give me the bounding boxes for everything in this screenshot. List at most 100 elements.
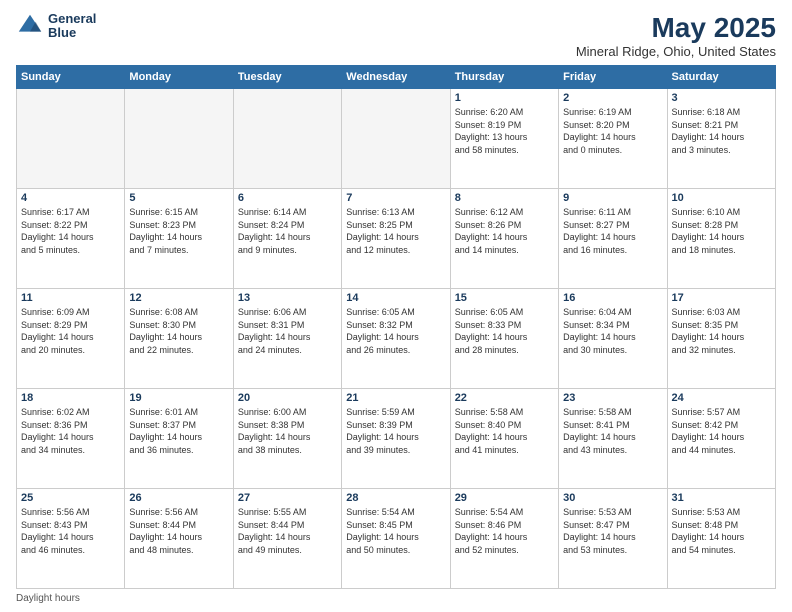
day-number: 20 bbox=[238, 392, 337, 404]
calendar-day-cell: 23 Sunrise: 5:58 AM Sunset: 8:41 PM Dayli… bbox=[559, 389, 667, 489]
day-number: 23 bbox=[563, 392, 662, 404]
day-number: 19 bbox=[129, 392, 228, 404]
subtitle: Mineral Ridge, Ohio, United States bbox=[576, 44, 776, 59]
day-info: Sunrise: 6:01 AM Sunset: 8:37 PM Dayligh… bbox=[129, 406, 228, 456]
page: General Blue May 2025 Mineral Ridge, Ohi… bbox=[0, 0, 792, 612]
calendar-week-row: 25 Sunrise: 5:56 AM Sunset: 8:43 PM Dayli… bbox=[17, 489, 776, 589]
calendar-day-cell: 11Sunrise: 6:09 AM Sunset: 8:29 PM Dayli… bbox=[17, 289, 125, 389]
calendar-day-cell: 20 Sunrise: 6:00 AM Sunset: 8:38 PM Dayli… bbox=[233, 389, 341, 489]
calendar-day-cell: 8 Sunrise: 6:12 AM Sunset: 8:26 PM Daylig… bbox=[450, 189, 558, 289]
day-number: 25 bbox=[21, 492, 120, 504]
calendar-week-row: 11Sunrise: 6:09 AM Sunset: 8:29 PM Dayli… bbox=[17, 289, 776, 389]
calendar-day-header: Sunday bbox=[17, 66, 125, 89]
calendar-day-header: Monday bbox=[125, 66, 233, 89]
calendar-day-cell: 13Sunrise: 6:06 AM Sunset: 8:31 PM Dayli… bbox=[233, 289, 341, 389]
calendar-day-cell: 1Sunrise: 6:20 AM Sunset: 8:19 PM Daylig… bbox=[450, 89, 558, 189]
day-number: 27 bbox=[238, 492, 337, 504]
calendar-day-cell: 25 Sunrise: 5:56 AM Sunset: 8:43 PM Dayli… bbox=[17, 489, 125, 589]
title-block: May 2025 Mineral Ridge, Ohio, United Sta… bbox=[576, 12, 776, 59]
day-number: 24 bbox=[672, 392, 771, 404]
day-number: 22 bbox=[455, 392, 554, 404]
logo-line1: General bbox=[48, 12, 96, 26]
day-number: 29 bbox=[455, 492, 554, 504]
main-title: May 2025 bbox=[576, 12, 776, 44]
day-number: 30 bbox=[563, 492, 662, 504]
calendar-day-cell bbox=[17, 89, 125, 189]
day-info: Sunrise: 6:09 AM Sunset: 8:29 PM Dayligh… bbox=[21, 306, 120, 356]
day-number: 8 bbox=[455, 192, 554, 204]
day-number: 7 bbox=[346, 192, 445, 204]
calendar-header-row: SundayMondayTuesdayWednesdayThursdayFrid… bbox=[17, 66, 776, 89]
day-info: Sunrise: 6:03 AM Sunset: 8:35 PM Dayligh… bbox=[672, 306, 771, 356]
day-number: 14 bbox=[346, 292, 445, 304]
day-info: Sunrise: 6:20 AM Sunset: 8:19 PM Dayligh… bbox=[455, 106, 554, 156]
calendar-day-cell: 4Sunrise: 6:17 AM Sunset: 8:22 PM Daylig… bbox=[17, 189, 125, 289]
day-info: Sunrise: 6:10 AM Sunset: 8:28 PM Dayligh… bbox=[672, 206, 771, 256]
calendar-day-cell: 15 Sunrise: 6:05 AM Sunset: 8:33 PM Dayli… bbox=[450, 289, 558, 389]
calendar: SundayMondayTuesdayWednesdayThursdayFrid… bbox=[16, 65, 776, 589]
calendar-day-cell bbox=[125, 89, 233, 189]
day-info: Sunrise: 6:02 AM Sunset: 8:36 PM Dayligh… bbox=[21, 406, 120, 456]
calendar-day-cell: 5Sunrise: 6:15 AM Sunset: 8:23 PM Daylig… bbox=[125, 189, 233, 289]
day-info: Sunrise: 5:56 AM Sunset: 8:43 PM Dayligh… bbox=[21, 506, 120, 556]
day-info: Sunrise: 5:55 AM Sunset: 8:44 PM Dayligh… bbox=[238, 506, 337, 556]
calendar-day-header: Wednesday bbox=[342, 66, 450, 89]
calendar-day-cell: 29 Sunrise: 5:54 AM Sunset: 8:46 PM Dayli… bbox=[450, 489, 558, 589]
day-info: Sunrise: 6:08 AM Sunset: 8:30 PM Dayligh… bbox=[129, 306, 228, 356]
day-number: 4 bbox=[21, 192, 120, 204]
calendar-day-cell: 12 Sunrise: 6:08 AM Sunset: 8:30 PM Dayli… bbox=[125, 289, 233, 389]
calendar-day-cell: 18Sunrise: 6:02 AM Sunset: 8:36 PM Dayli… bbox=[17, 389, 125, 489]
calendar-week-row: 18Sunrise: 6:02 AM Sunset: 8:36 PM Dayli… bbox=[17, 389, 776, 489]
logo: General Blue bbox=[16, 12, 96, 41]
day-info: Sunrise: 5:54 AM Sunset: 8:45 PM Dayligh… bbox=[346, 506, 445, 556]
day-number: 15 bbox=[455, 292, 554, 304]
day-info: Sunrise: 5:53 AM Sunset: 8:47 PM Dayligh… bbox=[563, 506, 662, 556]
day-number: 26 bbox=[129, 492, 228, 504]
day-number: 2 bbox=[563, 92, 662, 104]
day-info: Sunrise: 6:12 AM Sunset: 8:26 PM Dayligh… bbox=[455, 206, 554, 256]
day-number: 31 bbox=[672, 492, 771, 504]
calendar-day-cell bbox=[233, 89, 341, 189]
day-number: 10 bbox=[672, 192, 771, 204]
day-number: 9 bbox=[563, 192, 662, 204]
calendar-day-cell: 3Sunrise: 6:18 AM Sunset: 8:21 PM Daylig… bbox=[667, 89, 775, 189]
logo-line2: Blue bbox=[48, 26, 96, 40]
calendar-day-cell: 9 Sunrise: 6:11 AM Sunset: 8:27 PM Daylig… bbox=[559, 189, 667, 289]
calendar-day-cell: 27 Sunrise: 5:55 AM Sunset: 8:44 PM Dayli… bbox=[233, 489, 341, 589]
day-info: Sunrise: 6:14 AM Sunset: 8:24 PM Dayligh… bbox=[238, 206, 337, 256]
day-number: 17 bbox=[672, 292, 771, 304]
calendar-day-cell: 16Sunrise: 6:04 AM Sunset: 8:34 PM Dayli… bbox=[559, 289, 667, 389]
day-info: Sunrise: 6:00 AM Sunset: 8:38 PM Dayligh… bbox=[238, 406, 337, 456]
day-number: 12 bbox=[129, 292, 228, 304]
header: General Blue May 2025 Mineral Ridge, Ohi… bbox=[16, 12, 776, 59]
day-info: Sunrise: 6:13 AM Sunset: 8:25 PM Dayligh… bbox=[346, 206, 445, 256]
calendar-day-cell: 6 Sunrise: 6:14 AM Sunset: 8:24 PM Daylig… bbox=[233, 189, 341, 289]
footer-note: Daylight hours bbox=[16, 593, 776, 604]
day-info: Sunrise: 6:11 AM Sunset: 8:27 PM Dayligh… bbox=[563, 206, 662, 256]
calendar-week-row: 1Sunrise: 6:20 AM Sunset: 8:19 PM Daylig… bbox=[17, 89, 776, 189]
day-number: 28 bbox=[346, 492, 445, 504]
calendar-day-cell: 31 Sunrise: 5:53 AM Sunset: 8:48 PM Dayli… bbox=[667, 489, 775, 589]
day-info: Sunrise: 6:05 AM Sunset: 8:33 PM Dayligh… bbox=[455, 306, 554, 356]
day-info: Sunrise: 5:58 AM Sunset: 8:41 PM Dayligh… bbox=[563, 406, 662, 456]
day-info: Sunrise: 6:06 AM Sunset: 8:31 PM Dayligh… bbox=[238, 306, 337, 356]
calendar-day-header: Friday bbox=[559, 66, 667, 89]
day-info: Sunrise: 5:53 AM Sunset: 8:48 PM Dayligh… bbox=[672, 506, 771, 556]
calendar-day-cell: 14Sunrise: 6:05 AM Sunset: 8:32 PM Dayli… bbox=[342, 289, 450, 389]
calendar-day-cell: 7 Sunrise: 6:13 AM Sunset: 8:25 PM Daylig… bbox=[342, 189, 450, 289]
calendar-day-cell: 28 Sunrise: 5:54 AM Sunset: 8:45 PM Dayli… bbox=[342, 489, 450, 589]
logo-icon bbox=[16, 12, 44, 40]
day-info: Sunrise: 5:57 AM Sunset: 8:42 PM Dayligh… bbox=[672, 406, 771, 456]
day-info: Sunrise: 5:59 AM Sunset: 8:39 PM Dayligh… bbox=[346, 406, 445, 456]
day-number: 6 bbox=[238, 192, 337, 204]
day-info: Sunrise: 5:54 AM Sunset: 8:46 PM Dayligh… bbox=[455, 506, 554, 556]
footer-note-text: Daylight hours bbox=[16, 593, 80, 604]
day-info: Sunrise: 5:56 AM Sunset: 8:44 PM Dayligh… bbox=[129, 506, 228, 556]
day-number: 5 bbox=[129, 192, 228, 204]
calendar-week-row: 4Sunrise: 6:17 AM Sunset: 8:22 PM Daylig… bbox=[17, 189, 776, 289]
calendar-day-cell: 19 Sunrise: 6:01 AM Sunset: 8:37 PM Dayli… bbox=[125, 389, 233, 489]
calendar-day-cell: 30 Sunrise: 5:53 AM Sunset: 8:47 PM Dayli… bbox=[559, 489, 667, 589]
day-info: Sunrise: 6:19 AM Sunset: 8:20 PM Dayligh… bbox=[563, 106, 662, 156]
day-info: Sunrise: 6:18 AM Sunset: 8:21 PM Dayligh… bbox=[672, 106, 771, 156]
calendar-day-header: Saturday bbox=[667, 66, 775, 89]
